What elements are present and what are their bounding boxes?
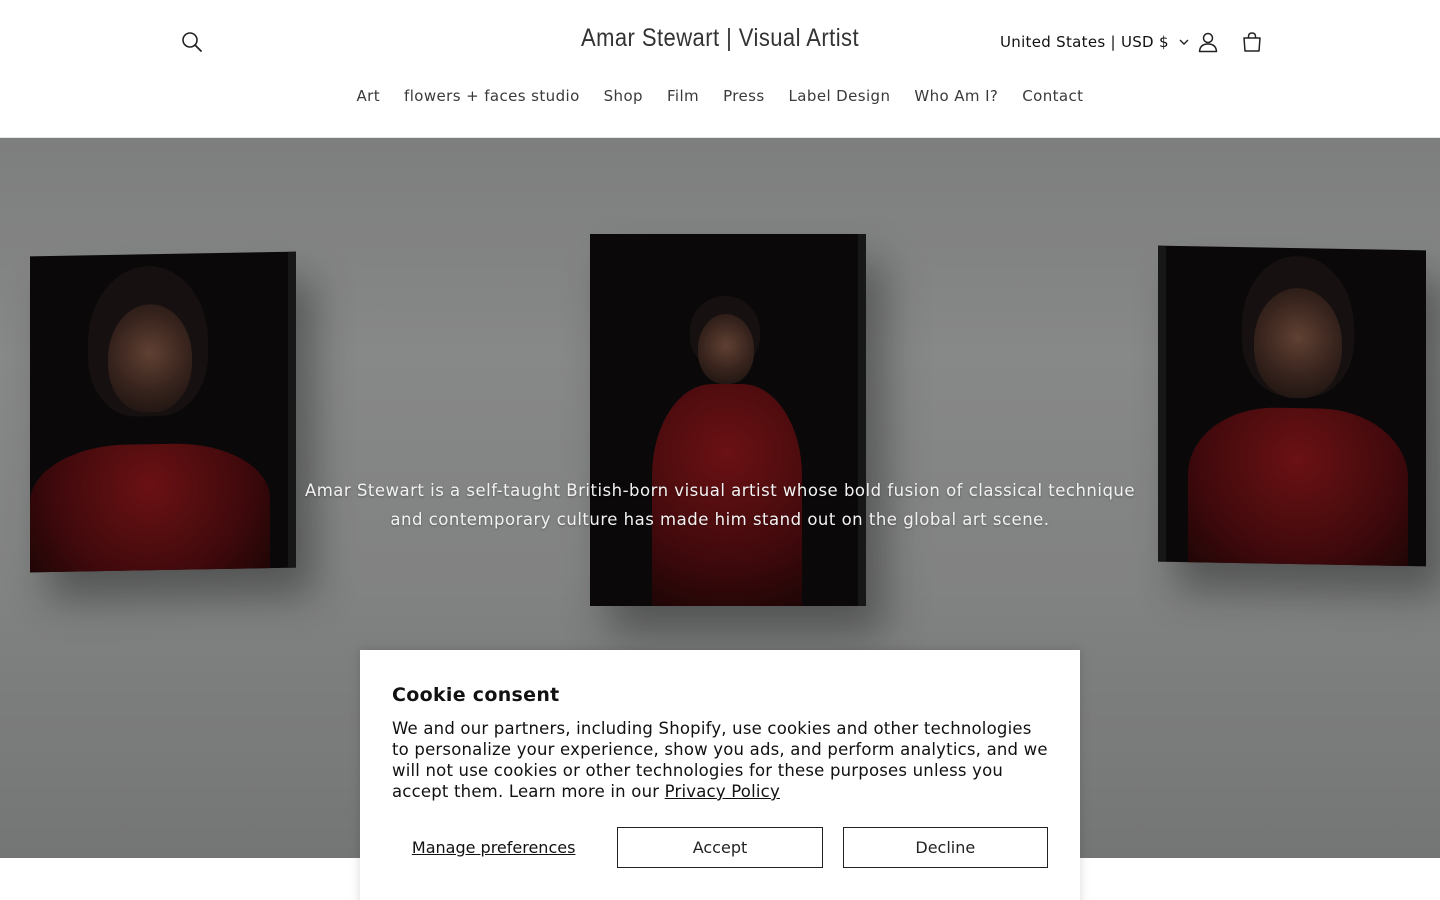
nav-item-film[interactable]: Film [655,84,711,108]
cookie-actions: Manage preferences Accept Decline [392,827,1048,868]
nav-item-who-am-i[interactable]: Who Am I? [902,84,1010,108]
site-header: Amar Stewart | Visual Artist United Stat… [0,0,1440,138]
accept-button[interactable]: Accept [617,827,823,868]
currency-selector[interactable]: United States | USD $ [1000,30,1189,54]
cart-icon [1243,32,1261,52]
nav-item-label-design[interactable]: Label Design [777,84,903,108]
account-button[interactable] [1188,22,1228,62]
nav-item-contact[interactable]: Contact [1010,84,1095,108]
cookie-body: We and our partners, including Shopify, … [392,718,1048,802]
privacy-policy-link[interactable]: Privacy Policy [665,782,780,801]
main-nav: Art flowers + faces studio Shop Film Pre… [0,84,1440,108]
cookie-title: Cookie consent [392,684,560,706]
nav-item-shop[interactable]: Shop [592,84,655,108]
currency-label: United States | USD $ [1000,33,1169,51]
nav-item-press[interactable]: Press [711,84,776,108]
manage-preferences-link[interactable]: Manage preferences [392,838,595,857]
decline-button[interactable]: Decline [842,827,1048,868]
nav-item-flowers-faces-studio[interactable]: flowers + faces studio [392,84,592,108]
nav-item-art[interactable]: Art [345,84,393,108]
cookie-consent-banner: Cookie consent We and our partners, incl… [360,650,1080,900]
account-icon [1198,32,1218,53]
cart-button[interactable] [1232,22,1272,62]
hero-description: Amar Stewart is a self-taught British-bo… [304,481,1136,529]
